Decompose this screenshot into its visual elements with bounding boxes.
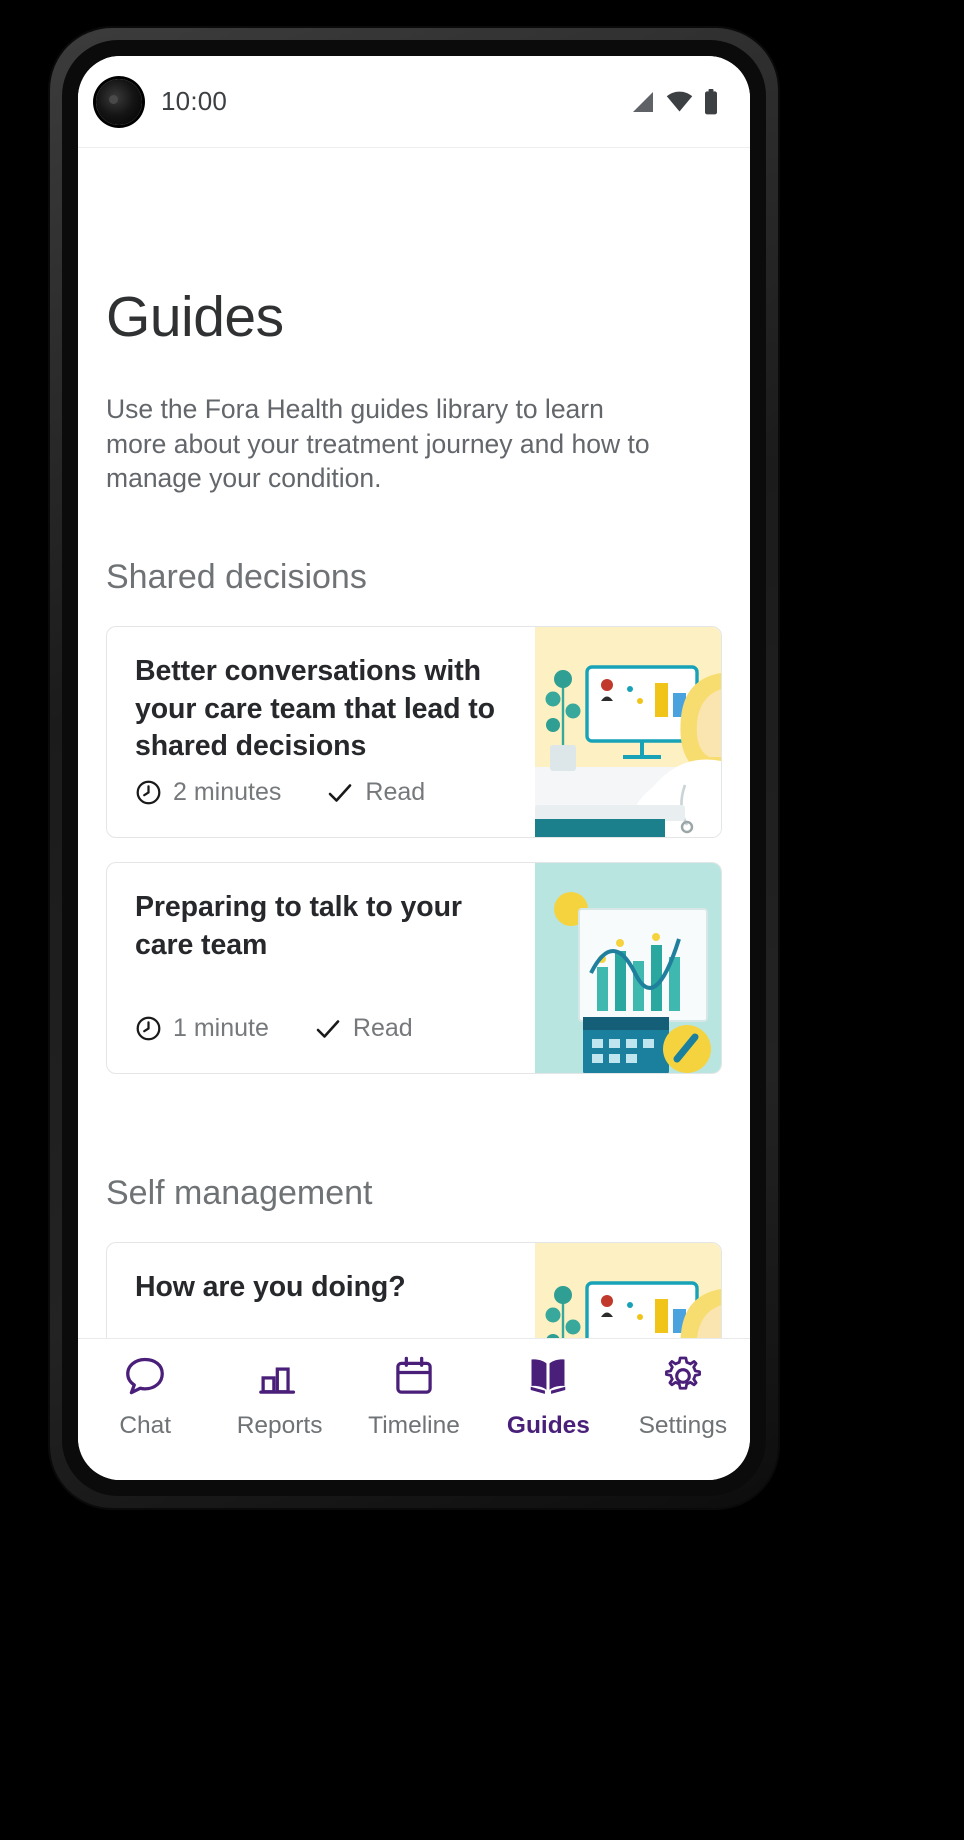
check-icon bbox=[314, 1017, 342, 1041]
guide-duration-label: 1 minute bbox=[173, 1014, 269, 1043]
bar-chart-icon bbox=[257, 1353, 303, 1399]
guide-read-status: Read bbox=[326, 778, 425, 807]
clock-icon bbox=[135, 1015, 162, 1042]
nav-item-timeline[interactable]: Timeline bbox=[347, 1353, 481, 1440]
guide-card-preparing-to-talk[interactable]: Preparing to talk to your care team 1 mi… bbox=[106, 862, 722, 1075]
phone-screen: 10:00 Guides Use the Fora Health guides … bbox=[78, 56, 750, 1480]
nav-item-settings[interactable]: Settings bbox=[616, 1353, 750, 1440]
chart-and-calendar-illustration bbox=[535, 863, 721, 1074]
gear-icon bbox=[660, 1353, 706, 1399]
nav-label: Guides bbox=[506, 1412, 590, 1439]
guide-card-text: How are you doing? bbox=[107, 1243, 535, 1338]
section-title-shared-decisions: Shared decisions bbox=[106, 558, 367, 597]
calendar-icon bbox=[391, 1353, 437, 1399]
nav-item-chat[interactable]: Chat bbox=[78, 1353, 212, 1440]
nav-label: Chat bbox=[119, 1412, 172, 1439]
guide-card-meta: 1 minute Read bbox=[135, 1014, 413, 1043]
section-title-self-management: Self management bbox=[106, 1174, 373, 1213]
guide-duration: 1 minute bbox=[135, 1014, 269, 1043]
guide-read-label: Read bbox=[352, 1014, 413, 1043]
guide-card-how-are-you-doing[interactable]: How are you doing? bbox=[106, 1242, 722, 1338]
nav-label: Settings bbox=[638, 1412, 728, 1439]
guide-duration: 2 minutes bbox=[135, 778, 281, 807]
nav-label: Timeline bbox=[368, 1412, 460, 1439]
guide-card-title: Preparing to talk to your care team bbox=[135, 891, 462, 961]
chat-bubble-icon bbox=[122, 1353, 168, 1399]
open-book-icon bbox=[525, 1353, 571, 1399]
signal-icon bbox=[629, 90, 655, 114]
screenshot-stage: 10:00 Guides Use the Fora Health guides … bbox=[0, 0, 964, 1840]
page-description: Use the Fora Health guides library to le… bbox=[106, 394, 650, 494]
guide-card-better-conversations[interactable]: Better conversations with your care team… bbox=[106, 626, 722, 839]
status-bar: 10:00 bbox=[78, 56, 750, 148]
nav-label: Reports bbox=[236, 1412, 323, 1439]
wifi-icon bbox=[666, 90, 693, 114]
guide-card-title: Better conversations with your care team… bbox=[135, 655, 495, 763]
nav-item-guides[interactable]: Guides bbox=[481, 1353, 615, 1440]
guide-duration-label: 2 minutes bbox=[173, 778, 282, 807]
battery-icon bbox=[704, 88, 718, 115]
status-icons bbox=[629, 88, 718, 115]
status-time: 10:00 bbox=[161, 86, 228, 116]
guide-read-label: Read bbox=[365, 778, 426, 807]
clock-icon bbox=[135, 779, 162, 806]
front-camera-punch-hole bbox=[96, 78, 142, 125]
guide-read-status: Read bbox=[314, 1014, 413, 1043]
page-title: Guides bbox=[106, 285, 284, 349]
guide-card-meta: 2 minutes Read bbox=[135, 778, 425, 807]
bottom-navigation-bar: Chat Reports Timeline Guides Settings bbox=[78, 1338, 750, 1480]
doctor-at-monitor-illustration bbox=[535, 1243, 721, 1338]
doctor-at-monitor-illustration bbox=[535, 627, 721, 838]
nav-item-reports[interactable]: Reports bbox=[212, 1353, 346, 1440]
guides-content: Guides Use the Fora Health guides librar… bbox=[78, 148, 750, 1338]
check-icon bbox=[326, 781, 354, 805]
guide-card-title: How are you doing? bbox=[135, 1271, 406, 1304]
